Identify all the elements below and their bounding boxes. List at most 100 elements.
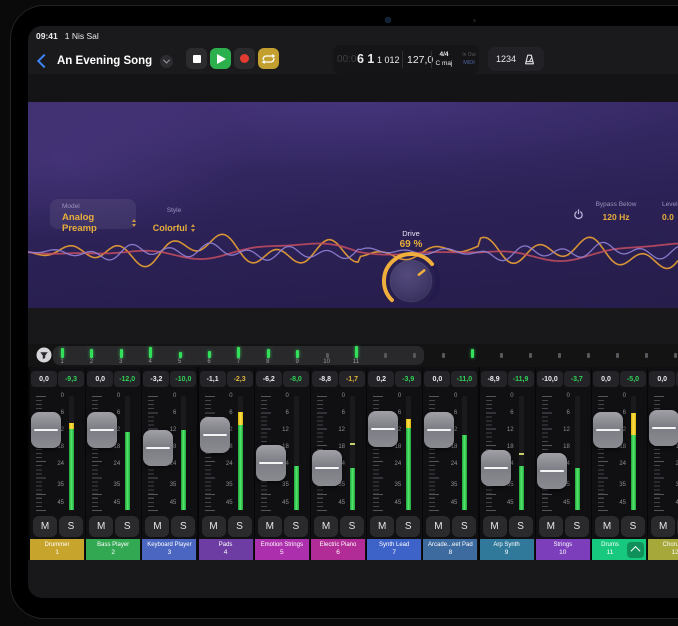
play-button[interactable] bbox=[210, 48, 231, 69]
mute-button[interactable]: M bbox=[89, 516, 113, 537]
mute-button[interactable]: M bbox=[426, 516, 450, 537]
track-number: 6 bbox=[311, 549, 365, 556]
peak-value[interactable]: -2,3 bbox=[227, 371, 253, 387]
solo-button[interactable]: S bbox=[115, 516, 139, 537]
track-name: Electric Piano bbox=[311, 542, 365, 548]
back-chevron-icon[interactable] bbox=[37, 54, 51, 68]
peak-value[interactable]: -5,0 bbox=[620, 371, 646, 387]
stop-button[interactable] bbox=[186, 48, 207, 69]
count-in-group: 1234 bbox=[488, 47, 544, 71]
song-title[interactable]: An Evening Song bbox=[57, 55, 152, 67]
track-name-tab[interactable]: Bass Player 2 bbox=[86, 539, 140, 560]
peak-value[interactable]: -11,0 bbox=[451, 371, 477, 387]
mute-button[interactable]: M bbox=[202, 516, 226, 537]
peak-value[interactable]: -11,9 bbox=[508, 371, 534, 387]
fader-handle[interactable] bbox=[256, 445, 286, 481]
title-dropdown[interactable] bbox=[160, 55, 173, 68]
style-selector[interactable]: Style Colorful bbox=[144, 199, 204, 236]
fader-handle[interactable] bbox=[312, 450, 342, 486]
volume-value[interactable]: 0,0 bbox=[31, 371, 57, 387]
peak-value[interactable]: -10,0 bbox=[170, 371, 196, 387]
peak-value[interactable]: -3,9 bbox=[395, 371, 421, 387]
mute-button[interactable]: M bbox=[145, 516, 169, 537]
bypass-value[interactable]: 120 Hz bbox=[577, 212, 655, 222]
fader-handle[interactable] bbox=[200, 417, 230, 453]
mute-button[interactable]: M bbox=[651, 516, 675, 537]
track-number: 12 bbox=[648, 549, 678, 556]
track-name-tab[interactable]: Strings 10 bbox=[536, 539, 590, 560]
volume-value[interactable]: 0,2 bbox=[368, 371, 394, 387]
cycle-button[interactable] bbox=[258, 48, 279, 69]
volume-value[interactable]: -8,8 bbox=[312, 371, 338, 387]
model-selector[interactable]: Model Analog Preamp bbox=[50, 199, 136, 229]
peak-value[interactable]: -1,7 bbox=[339, 371, 365, 387]
volume-value[interactable]: -10,0 bbox=[537, 371, 563, 387]
track-name-tab[interactable]: Pads 4 bbox=[199, 539, 253, 560]
peak-value[interactable]: -12,0 bbox=[114, 371, 140, 387]
mute-button[interactable]: M bbox=[483, 516, 507, 537]
fader-handle[interactable] bbox=[424, 412, 454, 448]
solo-button[interactable]: S bbox=[452, 516, 476, 537]
record-button[interactable] bbox=[234, 48, 255, 69]
mute-button[interactable]: M bbox=[595, 516, 619, 537]
fader-handle[interactable] bbox=[649, 410, 678, 446]
level-meter bbox=[69, 396, 74, 510]
mute-button[interactable]: M bbox=[33, 516, 57, 537]
volume-value[interactable]: 0,0 bbox=[424, 371, 450, 387]
song-title-row[interactable]: An Evening Song bbox=[36, 50, 173, 72]
track-name-tab[interactable]: Chorus V 12 bbox=[648, 539, 678, 560]
solo-button[interactable]: S bbox=[59, 516, 83, 537]
fader-handle[interactable] bbox=[481, 450, 511, 486]
screen: 09:41 1 Nis Sal An Evening Song bbox=[28, 26, 678, 598]
mute-button[interactable]: M bbox=[314, 516, 338, 537]
solo-button[interactable]: S bbox=[396, 516, 420, 537]
peak-hold bbox=[519, 453, 524, 455]
channel-strip: 0,0 061218243545 M S Chorus V 12 bbox=[648, 367, 678, 560]
track-name-tab[interactable]: Drummer 1 bbox=[30, 539, 84, 560]
drive-knob[interactable] bbox=[379, 249, 443, 308]
metronome-icon[interactable] bbox=[523, 53, 536, 66]
peak-value[interactable]: -8,0 bbox=[283, 371, 309, 387]
track-overview[interactable]: 1234567891011 bbox=[28, 344, 678, 367]
fader-handle[interactable] bbox=[31, 412, 61, 448]
fader-handle[interactable] bbox=[537, 453, 567, 489]
volume-value[interactable]: 0,0 bbox=[87, 371, 113, 387]
volume-value[interactable]: 0,0 bbox=[649, 371, 675, 387]
solo-button[interactable]: S bbox=[171, 516, 195, 537]
mute-button[interactable]: M bbox=[539, 516, 563, 537]
mute-button[interactable]: M bbox=[370, 516, 394, 537]
fader-handle[interactable] bbox=[593, 412, 623, 448]
volume-value[interactable]: -3,2 bbox=[143, 371, 169, 387]
track-number: 8 bbox=[423, 549, 477, 556]
volume-value[interactable]: -8,9 bbox=[481, 371, 507, 387]
track-name-tab[interactable]: Keyboard Player 3 bbox=[142, 539, 196, 560]
solo-button[interactable]: S bbox=[228, 516, 252, 537]
solo-button[interactable]: S bbox=[284, 516, 308, 537]
track-number: 11 bbox=[592, 549, 628, 556]
solo-button[interactable]: S bbox=[621, 516, 645, 537]
volume-value[interactable]: -1,1 bbox=[200, 371, 226, 387]
channel-strip: 0,0 -12,0 061218243545 M S Bass Player 2 bbox=[86, 367, 141, 560]
peak-value[interactable]: -3,7 bbox=[564, 371, 590, 387]
collapse-chevron-icon[interactable] bbox=[627, 542, 644, 558]
fader-handle[interactable] bbox=[368, 411, 398, 447]
solo-button[interactable]: S bbox=[565, 516, 589, 537]
track-name-tab[interactable]: Arcade...eet Pad 8 bbox=[423, 539, 477, 560]
fader-handle[interactable] bbox=[143, 430, 173, 466]
fader-handle[interactable] bbox=[87, 412, 117, 448]
track-name: Pads bbox=[199, 542, 253, 548]
peak-value[interactable]: -9,3 bbox=[58, 371, 84, 387]
count-in-button[interactable]: 1234 bbox=[496, 54, 516, 64]
track-name-tab[interactable]: Emotion Strings 5 bbox=[255, 539, 309, 560]
volume-value[interactable]: 0,0 bbox=[593, 371, 619, 387]
track-name-tab[interactable]: Synth Lead 7 bbox=[367, 539, 421, 560]
mute-button[interactable]: M bbox=[258, 516, 282, 537]
track-name-tab[interactable]: Drums 11 bbox=[592, 539, 646, 560]
level-value[interactable]: 0.0 bbox=[662, 212, 674, 222]
solo-button[interactable]: S bbox=[340, 516, 364, 537]
solo-button[interactable]: S bbox=[509, 516, 533, 537]
volume-value[interactable]: -6,2 bbox=[256, 371, 282, 387]
track-name-tab[interactable]: Arp Synth 9 bbox=[480, 539, 534, 560]
lcd-display[interactable]: 00:0 6 1 1 012 127,0 4/4 C maj In Out MI… bbox=[333, 45, 479, 74]
track-name-tab[interactable]: Electric Piano 6 bbox=[311, 539, 365, 560]
